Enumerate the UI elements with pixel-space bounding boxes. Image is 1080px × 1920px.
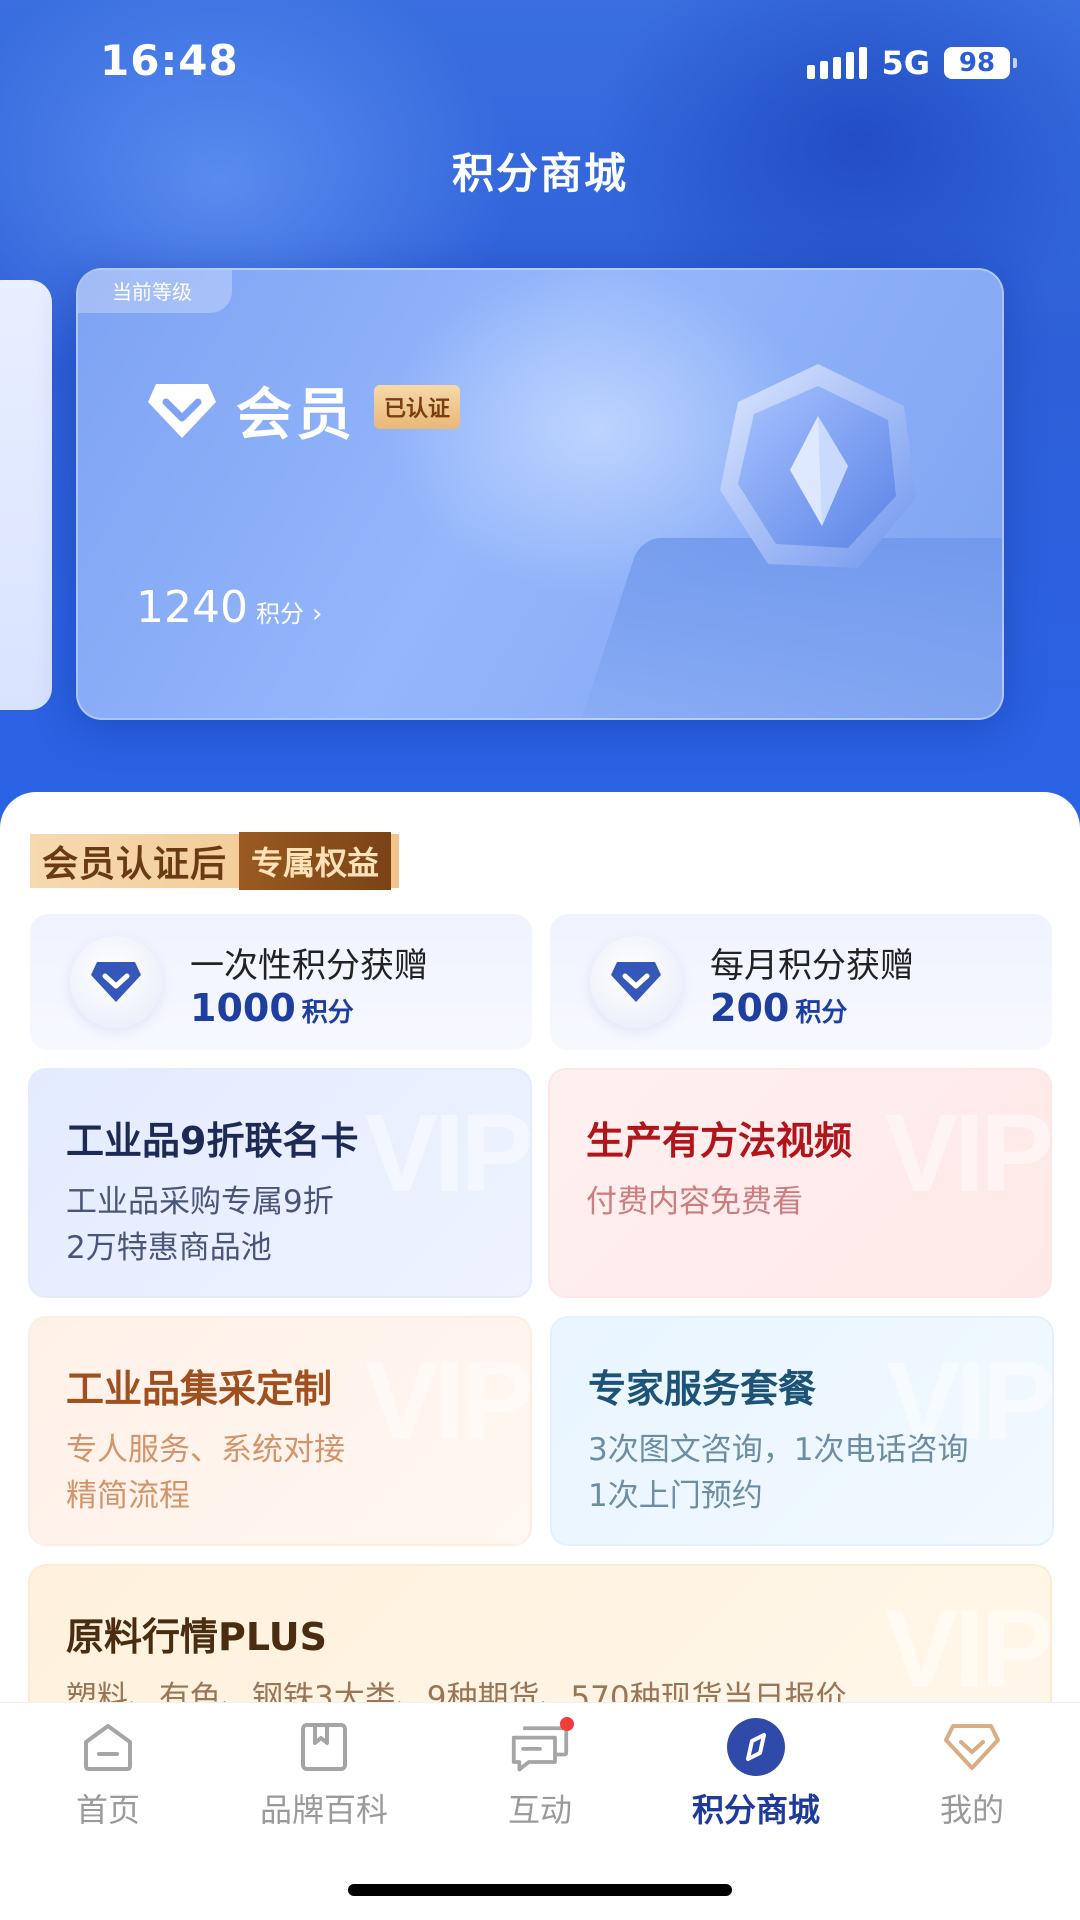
status-time: 16:48 <box>100 36 239 85</box>
home-indicator <box>348 1884 732 1896</box>
gift-unit: 积分 <box>301 998 354 1028</box>
gift-title: 一次性积分获赠 <box>190 946 428 986</box>
vip-watermark: VIP <box>884 1588 1050 1711</box>
nav-label: 互动 <box>507 1791 572 1829</box>
gift-title: 每月积分获赠 <box>710 946 914 986</box>
hero-background: 16:48 5G 98 积分商城 当前等级 会员 已认证 1240 积分 › <box>0 0 1080 860</box>
gift-card-monthly[interactable]: 每月积分获赠 200 积分 <box>550 914 1052 1050</box>
level-name: 会员 <box>236 383 356 448</box>
nav-label: 积分商城 <box>691 1791 820 1829</box>
compass-icon <box>727 1718 785 1776</box>
chevron-right-icon: › <box>311 599 323 629</box>
feature-title: 原料行情PLUS <box>66 1615 327 1659</box>
nav-item-mine[interactable]: 我的 <box>864 1717 1080 1831</box>
feature-line: 专人服务、系统对接 <box>66 1432 345 1468</box>
vip-watermark: VIP <box>884 1092 1050 1215</box>
nav-item-brand[interactable]: 品牌百科 <box>216 1717 432 1831</box>
notification-dot <box>560 1717 574 1731</box>
crystal-badge-icon <box>720 364 916 568</box>
gift-card-onetime[interactable]: 一次性积分获赠 1000 积分 <box>30 914 532 1050</box>
verified-badge: 已认证 <box>374 384 461 429</box>
benefits-header: 会员认证后 专属权益 <box>30 832 400 890</box>
feature-line: 2万特惠商品池 <box>66 1230 272 1266</box>
level-card[interactable]: 当前等级 会员 已认证 1240 积分 › <box>76 268 1004 720</box>
status-indicators: 5G 98 <box>807 44 1017 82</box>
level-row: 会员 已认证 <box>146 370 461 451</box>
feature-line: 付费内容免费看 <box>586 1184 803 1220</box>
feature-card-procurement[interactable]: VIP 工业品集采定制 专人服务、系统对接 精简流程 <box>28 1316 532 1546</box>
vip-watermark: VIP <box>364 1340 530 1463</box>
diamond-icon <box>148 383 216 438</box>
points-link[interactable]: 1240 积分 › <box>136 582 322 633</box>
feature-card-expert[interactable]: VIP 专家服务套餐 3次图文咨询，1次电话咨询 1次上门预约 <box>550 1316 1054 1546</box>
feature-title: 工业品集采定制 <box>66 1367 333 1411</box>
battery-icon: 98 <box>944 47 1017 79</box>
gift-amount: 200 <box>710 986 790 1030</box>
diamond-icon <box>944 1724 1000 1770</box>
feature-title: 工业品9折联名卡 <box>66 1119 359 1163</box>
feature-title: 生产有方法视频 <box>586 1119 853 1163</box>
points-unit: 积分 <box>255 600 304 628</box>
vip-watermark: VIP <box>364 1092 530 1215</box>
feature-line: 工业品采购专属9折 <box>66 1184 334 1220</box>
nav-item-interact[interactable]: 互动 <box>432 1717 648 1831</box>
network-label: 5G <box>881 44 930 82</box>
benefits-header-left: 会员认证后 <box>42 844 228 885</box>
current-level-tag: 当前等级 <box>78 270 232 313</box>
page-title: 积分商城 <box>451 149 628 198</box>
diamond-icon <box>611 962 661 1002</box>
previous-level-card[interactable] <box>0 280 52 710</box>
nav-label: 品牌百科 <box>259 1791 388 1829</box>
nav-item-points-mall[interactable]: 积分商城 <box>648 1717 864 1831</box>
feature-card-video[interactable]: VIP 生产有方法视频 付费内容免费看 <box>548 1068 1052 1298</box>
nav-label: 我的 <box>939 1791 1004 1829</box>
diamond-icon <box>91 962 141 1002</box>
points-value: 1240 <box>136 582 248 633</box>
benefits-header-right: 专属权益 <box>239 832 392 890</box>
feature-line: 精简流程 <box>66 1478 190 1514</box>
feature-line: 1次上门预约 <box>588 1478 763 1514</box>
signal-icon <box>807 47 868 79</box>
feature-title: 专家服务套餐 <box>588 1367 817 1411</box>
gift-amount: 1000 <box>190 986 296 1030</box>
gift-unit: 积分 <box>795 998 848 1028</box>
nav-item-home[interactable]: 首页 <box>0 1717 216 1831</box>
feature-card-discount[interactable]: VIP 工业品9折联名卡 工业品采购专属9折 2万特惠商品池 <box>28 1068 532 1298</box>
book-icon <box>301 1723 347 1771</box>
home-icon <box>84 1724 132 1771</box>
nav-label: 首页 <box>75 1791 140 1829</box>
feature-line: 3次图文咨询，1次电话咨询 <box>588 1432 969 1468</box>
